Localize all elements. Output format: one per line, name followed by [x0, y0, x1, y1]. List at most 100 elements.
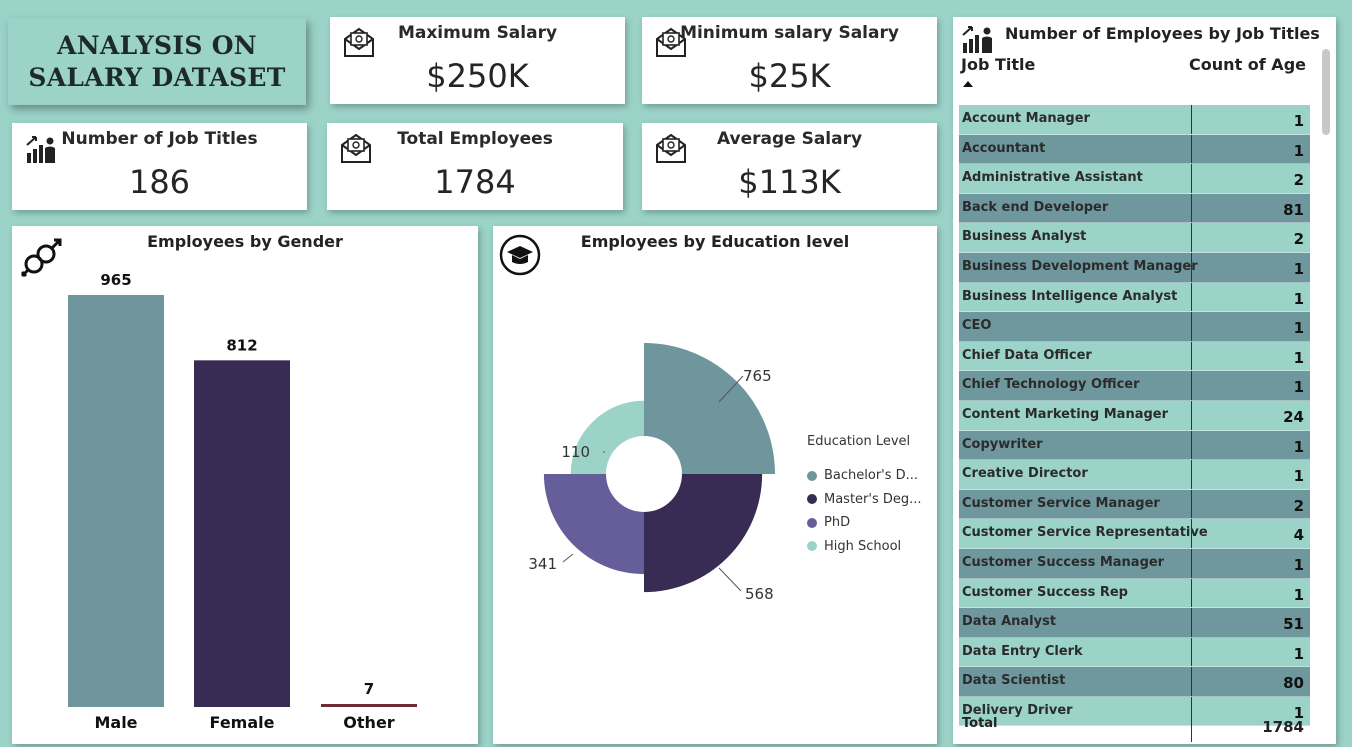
bar-female[interactable]: [194, 360, 290, 707]
legend-item[interactable]: Bachelor's D...: [807, 464, 922, 488]
bar-value-label: 812: [226, 336, 257, 354]
job-title-cell: Customer Success Manager: [962, 554, 1165, 570]
slice-value-label: 341: [528, 555, 557, 573]
kpi-value: 1784: [434, 163, 516, 201]
kpi-label: Average Salary: [716, 129, 863, 149]
donut-slice[interactable]: [644, 343, 775, 474]
table-row[interactable]: Data Analyst 51: [959, 608, 1310, 638]
count-cell: 1: [1293, 289, 1304, 308]
column-header-count[interactable]: Count of Age: [1189, 55, 1306, 74]
category-label: Female: [210, 713, 275, 732]
table-row[interactable]: Business Analyst 2: [959, 223, 1310, 253]
legend-dot-icon: [807, 470, 817, 481]
job-title-cell: Copywriter: [962, 436, 1043, 452]
bar-other[interactable]: [321, 704, 417, 707]
donut-slice[interactable]: [644, 474, 763, 593]
table-header: Job Title Count of Age: [953, 55, 1336, 105]
count-cell: 1: [1293, 112, 1304, 130]
table-scrollbar[interactable]: [1322, 49, 1330, 135]
job-title-cell: Business Development Manager: [962, 258, 1198, 274]
table-row[interactable]: Chief Data Officer 1: [959, 341, 1310, 372]
category-label: Other: [343, 713, 394, 732]
job-titles-table-panel[interactable]: Number of Employees by Job Titles Job Ti…: [953, 17, 1336, 744]
kpi-min-salary[interactable]: Minimum salary Salary $25K: [642, 17, 937, 104]
count-cell: 1: [1293, 585, 1304, 604]
count-cell: 1: [1293, 644, 1304, 663]
table-row[interactable]: Content Marketing Manager 24: [959, 400, 1310, 431]
slice-value-label: 568: [745, 585, 774, 603]
table-row[interactable]: Administrative Assistant 2: [959, 164, 1310, 194]
count-cell: 1: [1293, 378, 1304, 397]
column-header-job-title[interactable]: Job Title: [961, 55, 1035, 74]
count-cell: 1: [1293, 555, 1304, 574]
legend-dot-icon: [807, 494, 817, 505]
education-chart-panel[interactable]: Employees by Education level 765 568 341 11…: [493, 226, 937, 744]
job-title-cell: Creative Director: [962, 466, 1088, 482]
count-cell: 2: [1293, 230, 1304, 249]
job-title-cell: Data Scientist: [962, 673, 1066, 689]
kpi-total-employees[interactable]: Total Employees 1784: [327, 123, 623, 210]
donut-slice[interactable]: [570, 400, 644, 474]
total-value: 1784: [1262, 718, 1304, 736]
table-row[interactable]: Creative Director 1: [959, 460, 1310, 490]
table-row[interactable]: Customer Service Manager 2: [959, 489, 1310, 520]
table-row[interactable]: Business Intelligence Analyst 1: [959, 282, 1310, 313]
legend-item[interactable]: PhD: [807, 511, 922, 535]
job-title-cell: Content Marketing Manager: [962, 406, 1169, 422]
job-title-cell: CEO: [962, 318, 992, 334]
legend-label: High School: [824, 538, 902, 554]
kpi-average-salary[interactable]: Average Salary $113K: [642, 123, 937, 210]
gender-chart-panel[interactable]: Employees by Gender 965 Male 812 Female 7 Oth…: [12, 226, 478, 744]
job-table-title: Number of Employees by Job Titles: [1005, 24, 1320, 43]
growth-people-icon: [962, 26, 992, 53]
kpi-value: 186: [128, 163, 191, 201]
bar-male[interactable]: [68, 295, 164, 707]
legend-dot-icon: [807, 517, 817, 528]
legend-label: Bachelor's D...: [824, 468, 919, 484]
job-title-cell: Data Entry Clerk: [962, 643, 1083, 659]
table-row[interactable]: Data Scientist 80: [959, 667, 1310, 697]
donut-slice[interactable]: [543, 474, 644, 575]
count-cell: 51: [1283, 615, 1304, 634]
table-row[interactable]: Back end Developer 81: [959, 193, 1310, 224]
kpi-value: $250K: [426, 57, 529, 95]
sort-ascending-icon[interactable]: [963, 81, 973, 87]
count-cell: 1: [1293, 259, 1304, 278]
category-label: Male: [94, 713, 137, 732]
job-title-cell: Business Analyst: [962, 229, 1087, 245]
table-row[interactable]: Accountant 1: [959, 134, 1310, 165]
table-total-row: Total 1784: [959, 710, 1310, 742]
job-title-cell: Business Intelligence Analyst: [962, 288, 1178, 304]
job-title-cell: Customer Success Rep: [962, 584, 1128, 600]
bar-value-label: 965: [100, 271, 131, 289]
legend-label: PhD: [824, 515, 851, 531]
table-row[interactable]: Customer Service Representative 4: [959, 519, 1310, 549]
dashboard-title: ANALYSIS ON SALARY DATASET: [28, 30, 286, 92]
kpi-value: $25K: [748, 57, 831, 95]
table-row[interactable]: Customer Success Rep 1: [959, 578, 1310, 609]
legend-dot-icon: [807, 541, 817, 552]
table-row[interactable]: CEO 1: [959, 312, 1310, 342]
kpi-max-salary[interactable]: Maximum Salary $250K: [330, 17, 625, 104]
table-body: Account Manager 1 Accountant 1 Administrativ…: [959, 105, 1310, 727]
table-row[interactable]: Chief Technology Officer 1: [959, 371, 1310, 401]
legend-label: Master's Deg...: [824, 491, 922, 507]
table-row[interactable]: Data Entry Clerk 1: [959, 637, 1310, 668]
kpi-label: Number of Job Titles: [61, 129, 258, 149]
kpi-label: Maximum Salary: [397, 23, 558, 43]
table-row[interactable]: Business Development Manager 1: [959, 252, 1310, 283]
count-cell: 2: [1293, 171, 1304, 190]
table-row[interactable]: Account Manager 1: [959, 105, 1310, 135]
legend-item[interactable]: High School: [807, 535, 922, 559]
kpi-job-titles[interactable]: Number of Job Titles 186: [12, 123, 307, 210]
table-row[interactable]: Customer Success Manager 1: [959, 548, 1310, 579]
count-cell: 1: [1293, 348, 1304, 367]
legend-item[interactable]: Master's Deg...: [807, 488, 922, 512]
job-title-cell: Customer Service Manager: [962, 495, 1160, 511]
kpi-label: Total Employees: [397, 129, 553, 149]
count-cell: 1: [1293, 319, 1304, 338]
table-row[interactable]: Copywriter 1: [959, 430, 1310, 461]
slice-value-label: 110: [561, 443, 590, 461]
slice-value-label: 765: [743, 367, 772, 385]
bar-value-label: 7: [364, 680, 374, 698]
